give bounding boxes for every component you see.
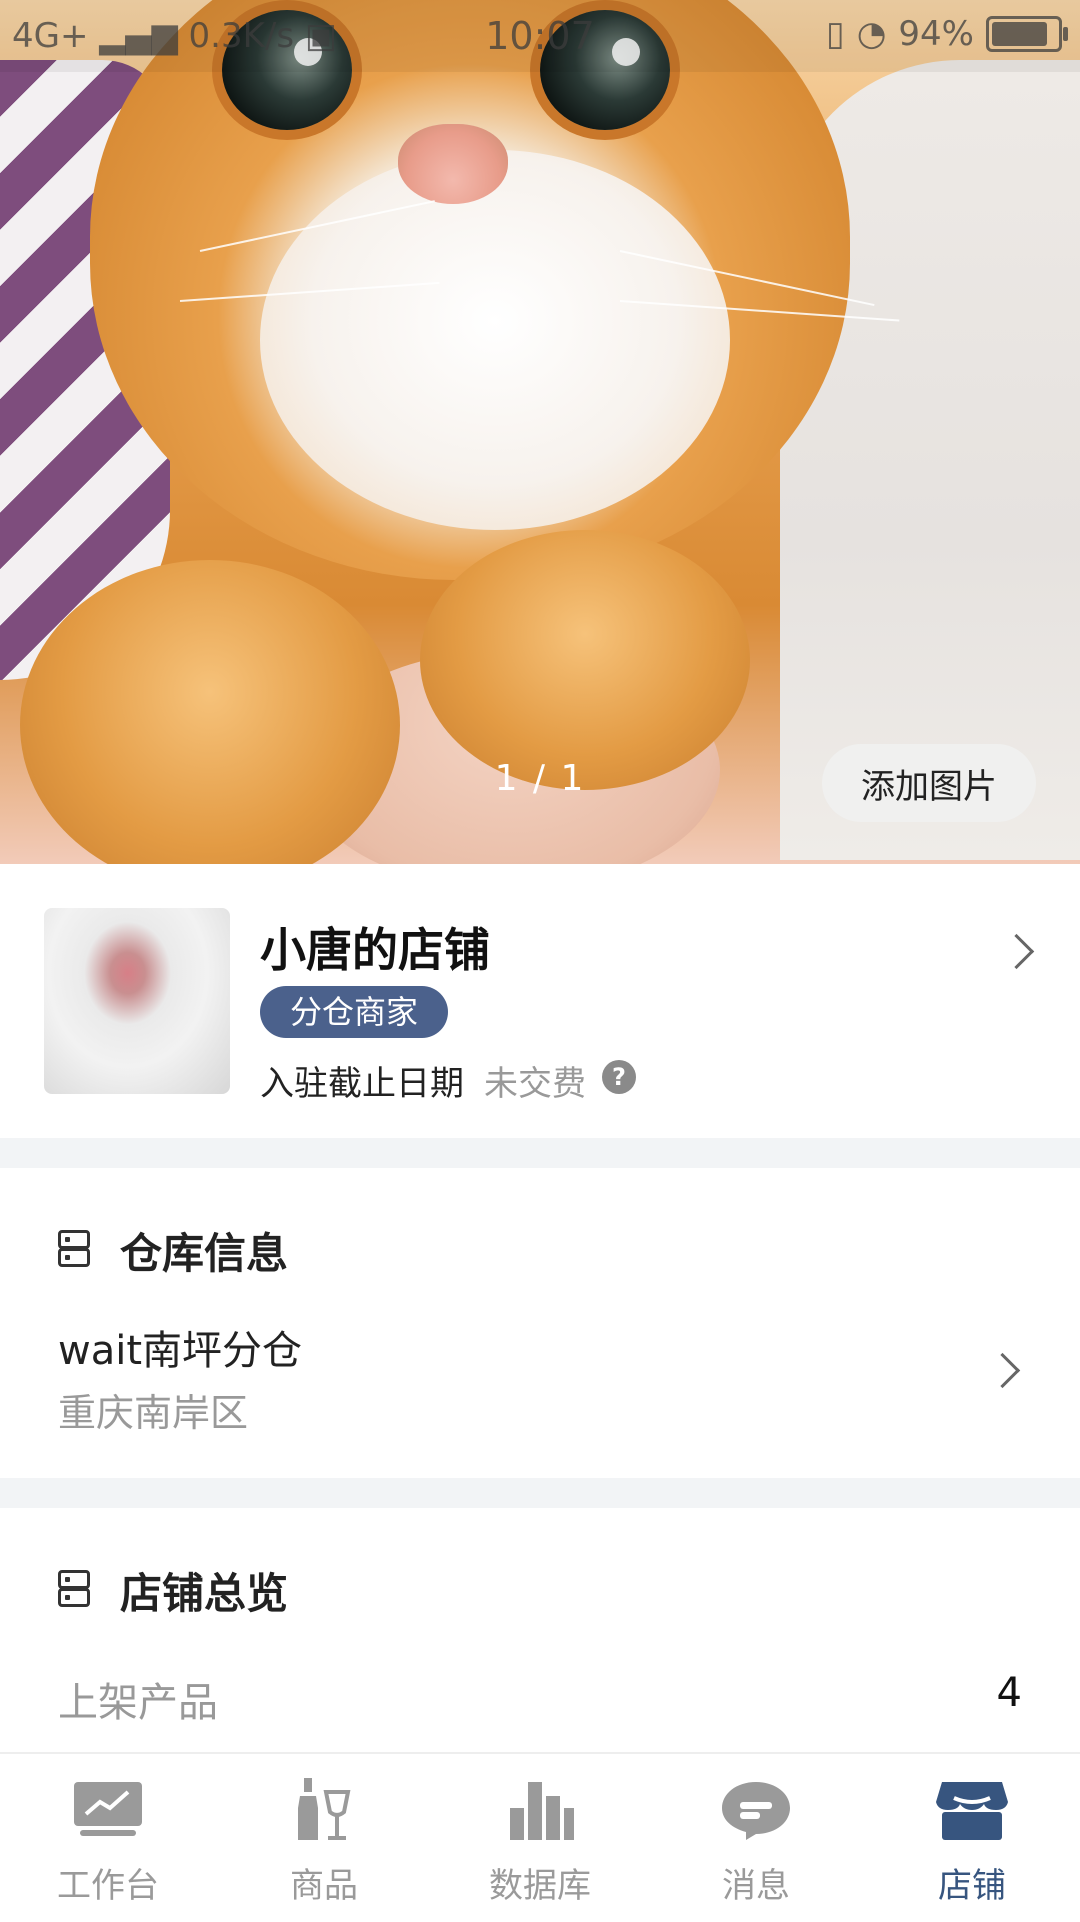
cat-paw-left-decor xyxy=(20,560,400,864)
shop-avatar[interactable] xyxy=(44,908,230,1094)
deadline-label: 入驻截止日期 xyxy=(260,1064,464,1104)
chevron-right-icon[interactable] xyxy=(998,933,1035,970)
section-divider xyxy=(0,1478,1080,1508)
overview-section: 店铺总览 上架产品 4 xyxy=(0,1508,1080,1752)
warehouse-section: 仓库信息 wait南坪分仓 重庆南岸区 xyxy=(0,1168,1080,1478)
bottle-glass-icon xyxy=(298,1778,351,1840)
tab-label: 消息 xyxy=(722,1866,790,1906)
shop-name: 小唐的店铺 xyxy=(260,923,490,977)
listed-products-value: 4 xyxy=(996,1670,1022,1716)
tab-label: 工作台 xyxy=(57,1866,159,1906)
server-icon xyxy=(58,1570,90,1607)
cat-nose-decor xyxy=(398,124,508,204)
shop-banner-image[interactable]: 1 / 1 添加图片 xyxy=(0,0,1080,864)
warehouse-name: wait南坪分仓 xyxy=(58,1328,303,1374)
tab-products[interactable]: 商品 xyxy=(216,1754,432,1922)
bottom-tab-bar: 工作台 商品 数据库 消息 店铺 xyxy=(0,1752,1080,1922)
tab-label: 商品 xyxy=(290,1866,358,1906)
tab-label: 数据库 xyxy=(489,1866,591,1906)
merchant-type-badge: 分仓商家 xyxy=(260,986,449,1038)
listed-products-label: 上架产品 xyxy=(58,1680,218,1726)
warehouse-address: 重庆南岸区 xyxy=(58,1391,249,1435)
image-pager: 1 / 1 xyxy=(494,758,586,799)
bar-chart-icon xyxy=(510,1782,574,1840)
add-image-button[interactable]: 添加图片 xyxy=(822,744,1036,822)
chat-bubble-icon xyxy=(722,1782,790,1840)
chevron-right-icon[interactable] xyxy=(984,1352,1021,1389)
help-icon[interactable]: ? xyxy=(602,1060,636,1094)
battery-percent: 94% xyxy=(898,14,974,54)
tab-label: 店铺 xyxy=(938,1866,1006,1906)
status-right: ▯ ◔ 94% xyxy=(826,14,1068,54)
section-divider xyxy=(0,1138,1080,1168)
tab-workbench[interactable]: 工作台 xyxy=(0,1754,216,1922)
shop-summary-card[interactable]: 小唐的店铺 分仓商家 入驻截止日期 未交费 ? xyxy=(0,864,1080,1138)
tab-database[interactable]: 数据库 xyxy=(432,1754,648,1922)
tab-messages[interactable]: 消息 xyxy=(648,1754,864,1922)
warehouse-title: 仓库信息 xyxy=(120,1229,289,1278)
overview-title: 店铺总览 xyxy=(120,1569,289,1618)
battery-icon xyxy=(986,16,1068,52)
dashboard-chart-icon xyxy=(74,1782,142,1836)
deadline-value: 未交费 xyxy=(484,1064,586,1104)
wifi-icon: ◔ xyxy=(856,14,887,54)
vibrate-icon: ▯ xyxy=(826,14,845,54)
server-icon xyxy=(58,1230,90,1267)
cat-muzzle-decor xyxy=(260,150,730,530)
status-bar: 4G+ ▂▄▆ 0.3K/s ▣ 10:07 ▯ ◔ 94% xyxy=(0,0,1080,72)
cat-paw-right-decor xyxy=(420,530,750,790)
tab-store[interactable]: 店铺 xyxy=(864,1754,1080,1922)
store-icon xyxy=(936,1782,1008,1840)
